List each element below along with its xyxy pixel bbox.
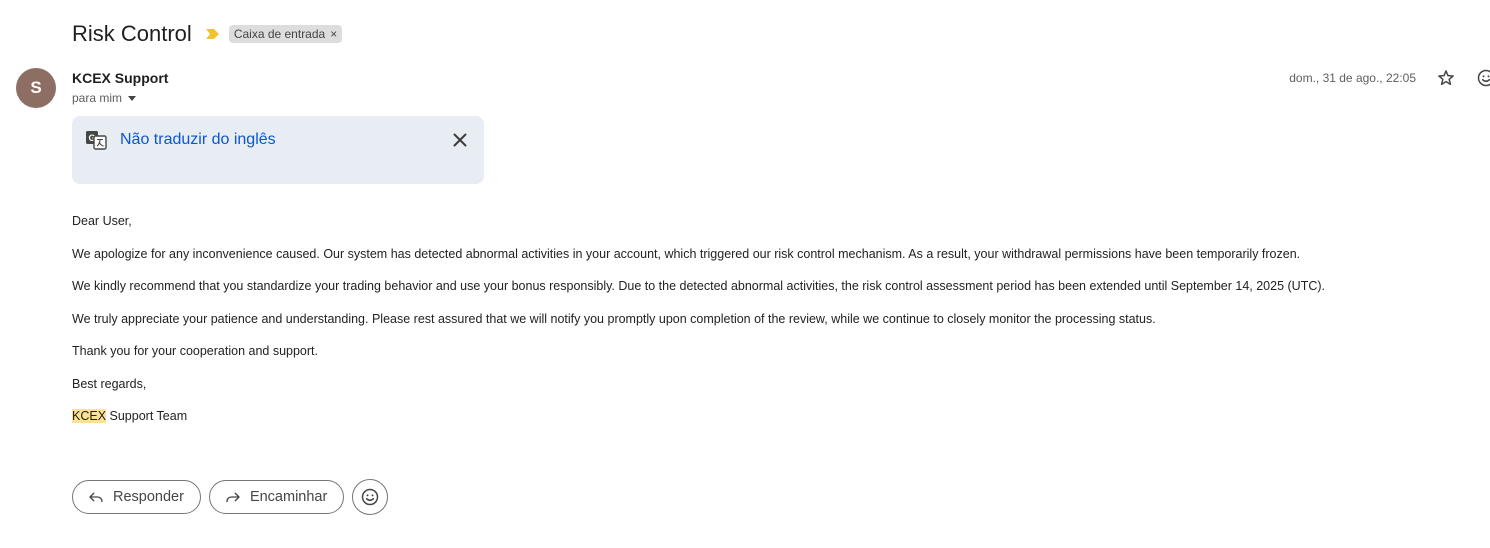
label-chip-inbox: Caixa de entrada × <box>228 25 343 43</box>
chevron-down-icon <box>128 95 137 101</box>
translate-icon: G <box>86 131 107 150</box>
paragraph-2: We kindly recommend that you standardize… <box>72 279 1326 293</box>
emoji-reaction-button[interactable] <box>352 479 389 515</box>
paragraph-4: Thank you for your cooperation and suppo… <box>72 344 318 358</box>
forward-icon <box>226 492 240 503</box>
forward-button-label: Encaminhar <box>249 489 328 505</box>
avatar-initial: S <box>30 78 42 97</box>
reply-button-label: Responder <box>113 489 184 505</box>
star-icon[interactable] <box>1436 68 1456 88</box>
close-icon[interactable] <box>451 131 469 149</box>
email-subject: Risk Control <box>72 21 192 46</box>
signature: KCEX Support Team <box>72 408 1325 425</box>
forward-button[interactable]: Encaminhar <box>208 480 345 514</box>
emoji-icon <box>362 488 379 506</box>
recipient-details-toggle[interactable]: para mim <box>72 91 137 105</box>
label-chip-text: Caixa de entrada <box>233 27 326 41</box>
importance-marker-icon[interactable] <box>205 29 219 39</box>
sender-avatar[interactable]: S <box>16 68 56 108</box>
paragraph-1: We apologize for any inconvenience cause… <box>72 246 1301 261</box>
emoji-icon[interactable] <box>1476 68 1490 88</box>
email-date: dom., 31 de ago., 22:05 <box>1289 71 1416 85</box>
dont-translate-link[interactable]: Não traduzir do inglês <box>120 131 276 149</box>
sender-name[interactable]: KCEX Support <box>72 70 168 86</box>
closing: Best regards, <box>72 376 147 391</box>
action-bar: Responder Encaminhar <box>72 479 389 515</box>
reply-icon <box>89 492 103 503</box>
highlighted-text: KCEX <box>72 409 107 423</box>
translate-banner: G Não traduzir do inglês <box>72 116 484 184</box>
remove-label-button[interactable]: × <box>330 27 337 41</box>
paragraph-3: We truly appreciate your patience and un… <box>72 311 1156 326</box>
greeting: Dear User, <box>72 214 132 228</box>
email-body: Dear User, We apologize for any inconven… <box>72 213 1325 441</box>
signature-rest: Support Team <box>106 409 188 423</box>
subject-row: Risk Control Caixa de entrada × <box>72 18 343 50</box>
recipient-label: para mim <box>72 91 123 105</box>
reply-button[interactable]: Responder <box>72 480 201 514</box>
